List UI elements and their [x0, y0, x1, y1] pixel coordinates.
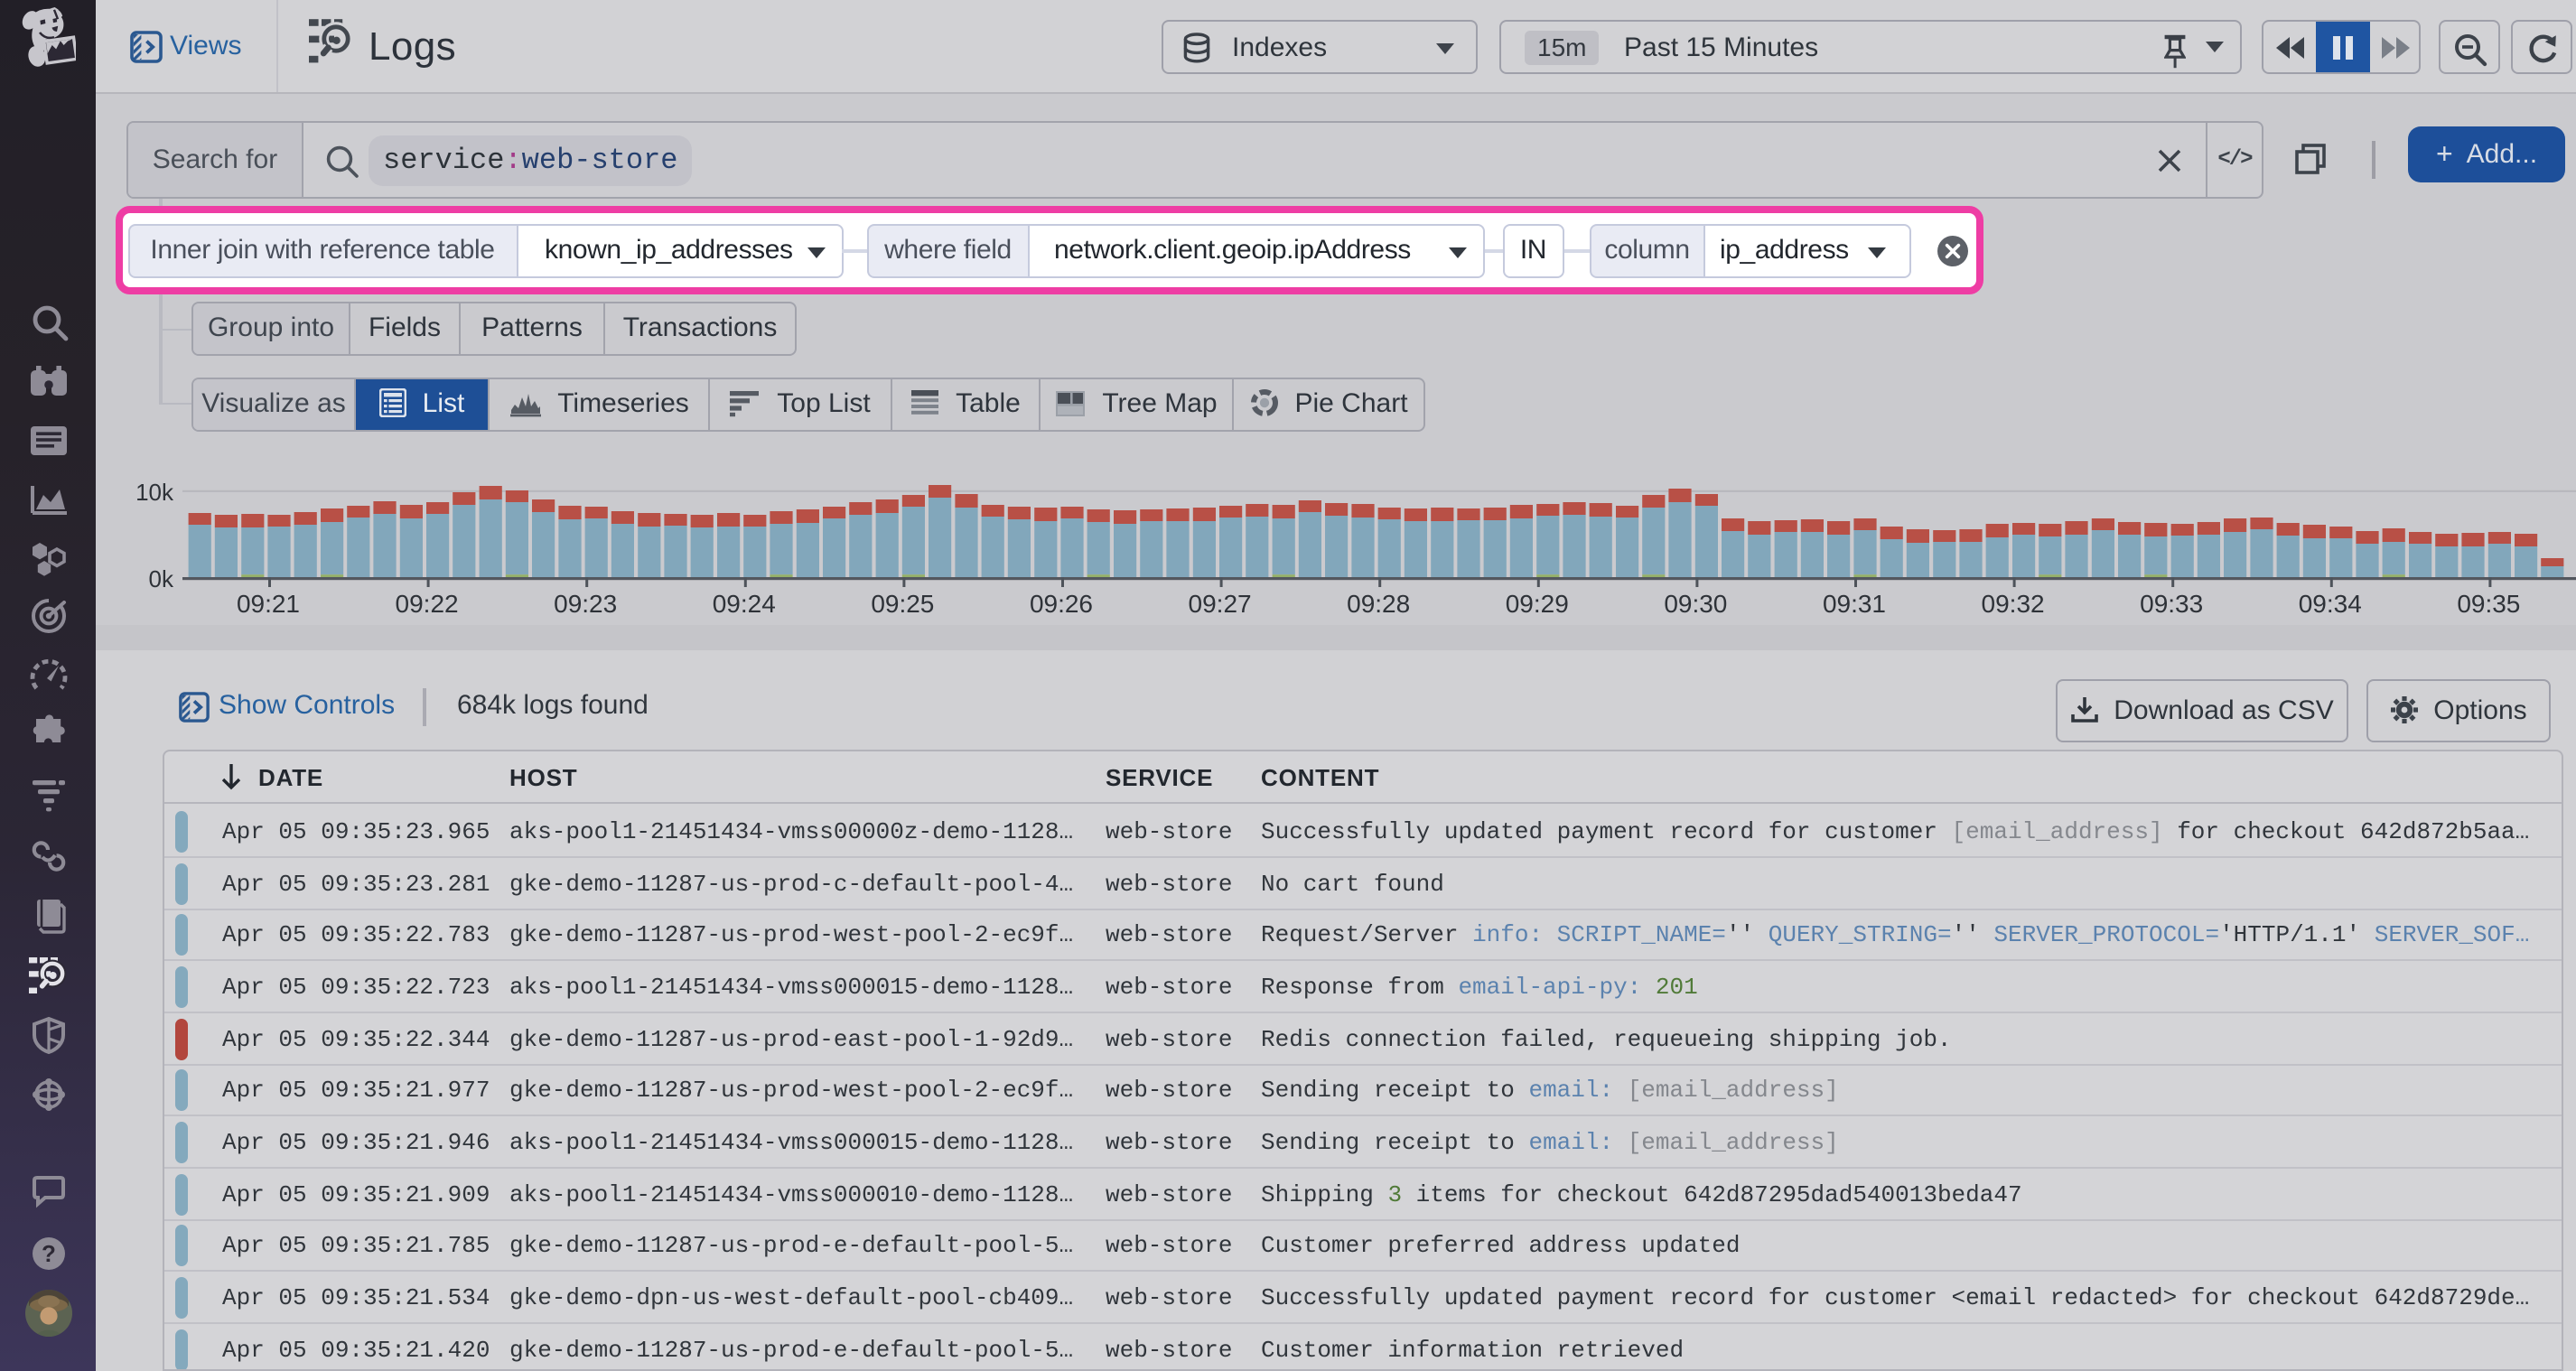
svg-text:?: ? [41, 1240, 55, 1267]
